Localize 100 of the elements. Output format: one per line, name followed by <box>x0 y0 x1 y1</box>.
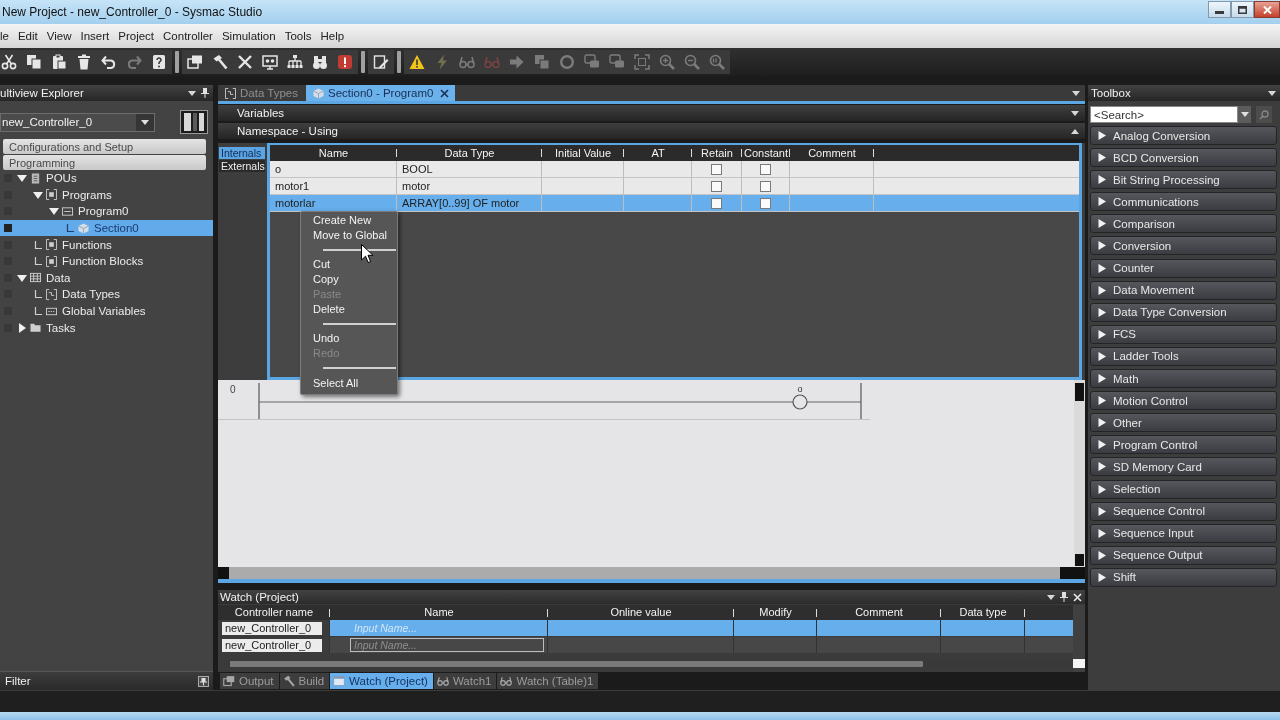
category-button[interactable]: Communications <box>1090 192 1277 212</box>
context-menu-item[interactable]: Select All <box>301 375 397 391</box>
category-button[interactable]: Selection <box>1090 479 1277 499</box>
hammer-icon[interactable] <box>212 54 228 70</box>
column-header[interactable]: Comment <box>817 605 941 620</box>
name-input[interactable]: Input Name... <box>350 638 544 652</box>
caret-icon[interactable] <box>1047 594 1055 600</box>
context-menu-item[interactable]: Move to Global <box>301 227 397 243</box>
menu-item[interactable]: le <box>0 30 9 42</box>
tree-item[interactable]: Functions <box>0 236 213 253</box>
caret-icon[interactable] <box>1268 90 1276 96</box>
scope-tab[interactable]: Externals <box>219 160 265 172</box>
column-header[interactable]: Online value <box>548 605 734 620</box>
help-icon[interactable] <box>151 54 167 70</box>
warning-icon[interactable] <box>409 54 425 70</box>
tree-item[interactable]: Program0 <box>0 203 213 220</box>
expand-toggle-icon[interactable] <box>49 206 59 217</box>
menu-item[interactable]: Insert <box>80 30 110 42</box>
filter-bar[interactable]: Filter <box>0 671 213 690</box>
expand-toggle-icon[interactable] <box>17 322 27 333</box>
section-header[interactable]: Namespace - Using <box>218 123 1085 139</box>
panel-tab[interactable]: Watch (Table)1 <box>497 673 599 689</box>
tree-item[interactable]: Data <box>0 269 213 287</box>
alert-icon[interactable] <box>337 54 353 70</box>
panel-tab[interactable]: Build <box>279 673 330 689</box>
checkbox[interactable] <box>711 163 722 175</box>
close-icon[interactable] <box>440 88 450 98</box>
table-row[interactable]: new_Controller_0 Input Name... <box>218 637 1073 653</box>
context-menu-item[interactable]: Cut <box>301 257 397 273</box>
coil-symbol[interactable] <box>792 394 808 410</box>
pin-icon[interactable] <box>201 88 209 98</box>
checkbox[interactable] <box>760 197 771 209</box>
search-field[interactable]: <Search> <box>1090 106 1238 123</box>
table-row[interactable]: o BOOL <box>270 161 1079 178</box>
category-button[interactable]: Other <box>1090 413 1277 433</box>
panel-tab[interactable]: Watch (Project) <box>330 673 433 689</box>
category-button[interactable]: Motion Control <box>1090 391 1277 411</box>
category-button[interactable]: Math <box>1090 369 1277 389</box>
column-header[interactable]: Modify <box>734 605 817 620</box>
context-menu-item[interactable]: Create New <box>301 213 397 228</box>
section-tab[interactable]: Configurations and Setup <box>3 139 206 154</box>
vertical-scrollbar[interactable] <box>1073 605 1085 672</box>
menu-item[interactable]: Edit <box>17 30 38 42</box>
category-button[interactable]: Data Type Conversion <box>1090 302 1277 322</box>
checkbox[interactable] <box>711 197 722 209</box>
category-button[interactable]: Sequence Input <box>1090 523 1277 543</box>
expand-toggle-icon[interactable] <box>17 272 27 283</box>
horizontal-scrollbar[interactable] <box>218 567 1085 579</box>
menu-item[interactable]: Project <box>118 30 155 42</box>
tree-item[interactable]: Function Blocks <box>0 252 213 270</box>
category-button[interactable]: Analog Conversion <box>1090 126 1277 145</box>
column-header[interactable]: Comment <box>790 145 874 161</box>
controller-dropdown[interactable]: new_Controller_0 <box>0 112 155 132</box>
windows-icon[interactable] <box>187 54 203 70</box>
column-header[interactable]: Name <box>270 145 397 161</box>
dropdown-icon[interactable] <box>136 113 154 131</box>
device-icon[interactable] <box>180 110 208 134</box>
scope-tab[interactable]: Internals <box>219 147 265 159</box>
edit-icon[interactable] <box>373 54 389 70</box>
section-header[interactable]: Variables <box>218 105 1085 121</box>
menu-item[interactable]: Simulation <box>221 30 276 42</box>
category-button[interactable]: Program Control <box>1090 435 1277 455</box>
caret-icon[interactable] <box>1071 128 1079 134</box>
category-button[interactable]: Bit String Processing <box>1090 170 1277 190</box>
undo-icon[interactable] <box>101 54 117 70</box>
category-button[interactable]: SD Memory Card <box>1090 457 1277 477</box>
binoculars-icon[interactable] <box>312 54 328 70</box>
trash-icon[interactable] <box>76 54 92 70</box>
monitor-icon[interactable] <box>262 54 278 70</box>
editor-tab[interactable]: Section0 - Program0 <box>305 85 456 101</box>
column-header[interactable]: AT <box>624 145 692 161</box>
category-button[interactable]: BCD Conversion <box>1090 148 1277 168</box>
pin-icon[interactable] <box>1060 592 1068 602</box>
editor-tab[interactable]: Data Types <box>218 85 304 101</box>
tree-item[interactable]: Programs <box>0 186 213 204</box>
section-tab[interactable]: Programming <box>3 155 206 170</box>
menu-item[interactable]: Controller <box>163 30 213 42</box>
category-button[interactable]: FCS <box>1090 324 1277 344</box>
copy-icon[interactable] <box>26 54 42 70</box>
tree-item[interactable]: Section0 <box>0 219 213 237</box>
vertical-scrollbar[interactable] <box>1074 380 1085 567</box>
name-input[interactable]: Input Name... <box>350 621 544 635</box>
category-button[interactable]: Counter <box>1090 258 1277 278</box>
column-header[interactable]: Controller name <box>218 605 330 620</box>
menu-item[interactable]: Help <box>320 30 345 42</box>
tree-item[interactable]: Global Variables <box>0 302 213 320</box>
minimize-button[interactable] <box>1208 1 1231 18</box>
caret-icon[interactable] <box>188 90 196 96</box>
tree-item[interactable]: POUs <box>0 170 213 187</box>
category-button[interactable]: Ladder Tools <box>1090 346 1277 366</box>
menu-item[interactable]: Tools <box>284 30 312 42</box>
category-button[interactable]: Conversion <box>1090 236 1277 256</box>
maximize-button[interactable] <box>1231 1 1254 18</box>
network-icon[interactable] <box>287 54 303 70</box>
context-menu-item[interactable]: Undo <box>301 331 397 347</box>
caret-icon[interactable] <box>1072 90 1080 96</box>
column-header[interactable]: Name <box>330 605 548 620</box>
cross-icon[interactable] <box>237 54 253 70</box>
panel-tab[interactable]: Output <box>220 673 279 689</box>
column-header[interactable]: Retain <box>692 145 742 161</box>
